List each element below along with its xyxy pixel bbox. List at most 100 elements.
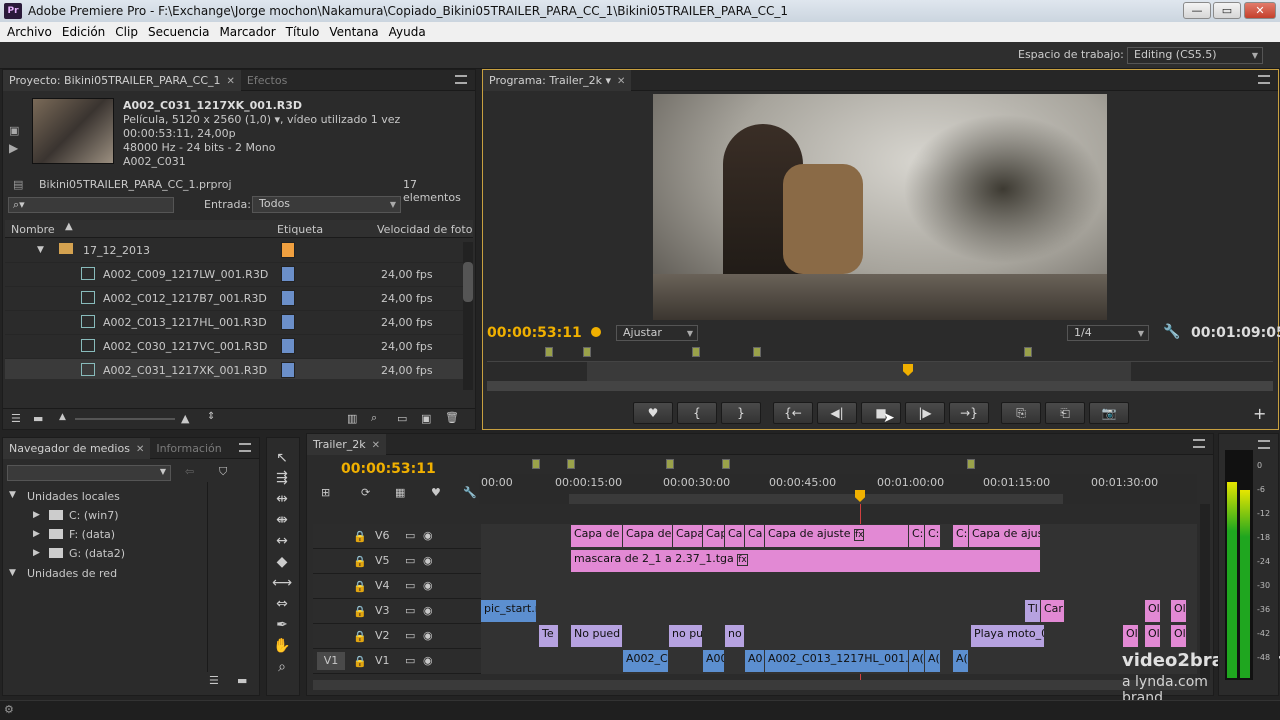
clip-v6[interactable]: Cap (703, 525, 725, 547)
vertical-scrollbar[interactable] (463, 242, 473, 390)
ripple-edit-tool-icon[interactable]: ⇹ (271, 489, 293, 509)
slide-tool-icon[interactable]: ⇔ (271, 594, 293, 614)
marker-icon[interactable] (666, 459, 674, 469)
clip-v2[interactable]: Ol (1171, 625, 1187, 647)
path-select[interactable]: ▼ (7, 465, 171, 481)
list-item[interactable]: A002_C012_1217B7_001.R3D 24,00 fps (5, 287, 463, 311)
menu-titulo[interactable]: Título (286, 25, 320, 39)
rolling-edit-tool-icon[interactable]: ⇼ (271, 510, 293, 530)
close-icon[interactable]: ✕ (617, 76, 625, 87)
wrench-icon[interactable]: 🔧 (1163, 324, 1180, 340)
clip-v2[interactable]: No pued (571, 625, 623, 647)
search-input[interactable]: ⌕▾ (8, 197, 174, 213)
sort-up-icon[interactable]: ▲ (65, 221, 73, 232)
clip-v6[interactable]: Capa de ajus (969, 525, 1041, 547)
clip-v2[interactable]: Playa moto_0 (971, 625, 1045, 647)
eye-icon[interactable]: ◉ (423, 629, 433, 642)
eye-icon[interactable]: ◉ (423, 604, 433, 617)
clip-v3[interactable]: Ol (1171, 600, 1187, 622)
step-forward-button[interactable]: |▶ (905, 402, 945, 424)
clip-v6[interactable]: Capa (673, 525, 703, 547)
stop-button[interactable]: ■ (861, 402, 901, 424)
collapse-triangle-icon[interactable]: ▶ (33, 529, 40, 539)
zoom-slider[interactable] (75, 418, 175, 420)
clip-v1[interactable]: A( (953, 650, 969, 672)
menu-marcador[interactable]: Marcador (219, 25, 275, 39)
clip-v6[interactable]: Ca (725, 525, 745, 547)
add-marker-button[interactable]: ♥ (633, 402, 673, 424)
entrada-select[interactable]: Todos (252, 196, 401, 213)
list-item[interactable]: A002_C030_1217VC_001.R3D 24,00 fps (5, 335, 463, 359)
go-to-in-button[interactable]: {← (773, 402, 813, 424)
menu-secuencia[interactable]: Secuencia (148, 25, 209, 39)
list-item[interactable]: A002_C009_1217LW_001.R3D 24,00 fps (5, 263, 463, 287)
panel-menu-icon[interactable] (1258, 440, 1270, 449)
marker-icon[interactable] (722, 459, 730, 469)
zoom-tool-icon[interactable]: ⌕ (271, 657, 293, 677)
drive-f[interactable]: F: (data) (69, 528, 115, 541)
panel-menu-icon[interactable] (1258, 75, 1270, 84)
clip-v3[interactable]: Tl (1025, 600, 1041, 622)
back-icon[interactable]: ⇦ (185, 465, 194, 478)
lift-button[interactable]: ⎘ (1001, 402, 1041, 424)
sort-icon[interactable]: ⇕ (207, 411, 215, 422)
panel-menu-icon[interactable] (239, 443, 251, 452)
lock-icon[interactable]: 🔒 (353, 655, 367, 668)
tab-effects[interactable]: Efectos (241, 70, 293, 91)
maximize-button[interactable]: ▭ (1213, 2, 1241, 19)
trash-icon[interactable]: 🗑 (445, 411, 459, 424)
quality-select[interactable]: 1/4 (1067, 325, 1149, 341)
icon-view-icon[interactable]: ▬ (33, 412, 43, 425)
mark-out-button[interactable]: } (721, 402, 761, 424)
selection-tool-icon[interactable]: ↖ (271, 448, 293, 468)
tab-info[interactable]: Información (150, 438, 227, 459)
close-button[interactable]: ✕ (1244, 2, 1276, 19)
clip-v1[interactable]: A0 (745, 650, 765, 672)
clip-v6[interactable]: C: (909, 525, 925, 547)
program-time-ruler[interactable] (487, 361, 1273, 382)
clip-v2[interactable]: no (725, 625, 745, 647)
clip-v3[interactable]: pic_start.m (481, 600, 537, 622)
add-marker-icon[interactable]: ▦ (395, 486, 405, 499)
clip-v2[interactable]: no pu (669, 625, 703, 647)
marker-icon[interactable]: ♥ (431, 486, 441, 499)
collapse-triangle-icon[interactable]: ▶ (33, 510, 40, 520)
close-icon[interactable]: ✕ (136, 444, 144, 455)
network-drives-label[interactable]: Unidades de red (27, 567, 117, 580)
list-item-folder[interactable]: ▼ 17_12_2013 (5, 239, 463, 263)
clip-v2[interactable]: Ol (1145, 625, 1161, 647)
new-item-icon[interactable]: ▣ (421, 412, 431, 425)
marker-icon[interactable] (545, 347, 553, 357)
menu-ayuda[interactable]: Ayuda (389, 25, 426, 39)
hand-tool-icon[interactable]: ✋ (271, 636, 293, 656)
collapse-triangle-icon[interactable]: ▶ (33, 548, 40, 558)
marker-icon[interactable] (753, 347, 761, 357)
wrench-icon[interactable]: 🔧 (463, 486, 477, 499)
automate-icon[interactable]: ▥ (347, 412, 357, 425)
column-etiqueta[interactable]: Etiqueta (277, 223, 323, 236)
marker-icon[interactable] (1024, 347, 1032, 357)
column-nombre[interactable]: Nombre (11, 223, 55, 236)
expand-triangle-icon[interactable]: ▼ (9, 490, 16, 500)
clip-v2[interactable]: Te (539, 625, 559, 647)
new-bin-icon[interactable]: ▭ (397, 412, 407, 425)
clip-v3[interactable]: Ol (1145, 600, 1161, 622)
drive-c[interactable]: C: (win7) (69, 509, 119, 522)
timeline-timecode[interactable]: 00:00:53:11 (341, 461, 436, 477)
extract-button[interactable]: ⎗ (1045, 402, 1085, 424)
clip-v5-mask[interactable]: mascara de 2_1 a 2.37_1.tga fx (571, 550, 1041, 572)
mark-in-button[interactable]: { (677, 402, 717, 424)
razor-tool-icon[interactable]: ◆ (271, 552, 293, 572)
go-to-out-button[interactable]: →} (949, 402, 989, 424)
panel-menu-icon[interactable] (455, 75, 467, 84)
linked-icon[interactable]: ⟳ (361, 486, 370, 499)
tab-program[interactable]: Programa: Trailer_2k ▾ ✕ (483, 69, 632, 91)
horizontal-scrollbar[interactable] (313, 680, 1197, 690)
marker-dot[interactable] (591, 327, 601, 337)
eye-icon[interactable]: ◉ (423, 654, 433, 667)
close-icon[interactable]: ✕ (372, 440, 380, 451)
lock-icon[interactable]: 🔒 (353, 605, 367, 618)
source-patch-v1[interactable]: V1 (317, 652, 345, 670)
menu-edicion[interactable]: Edición (62, 25, 105, 39)
zoom-out-icon[interactable]: ▲ (59, 412, 66, 422)
